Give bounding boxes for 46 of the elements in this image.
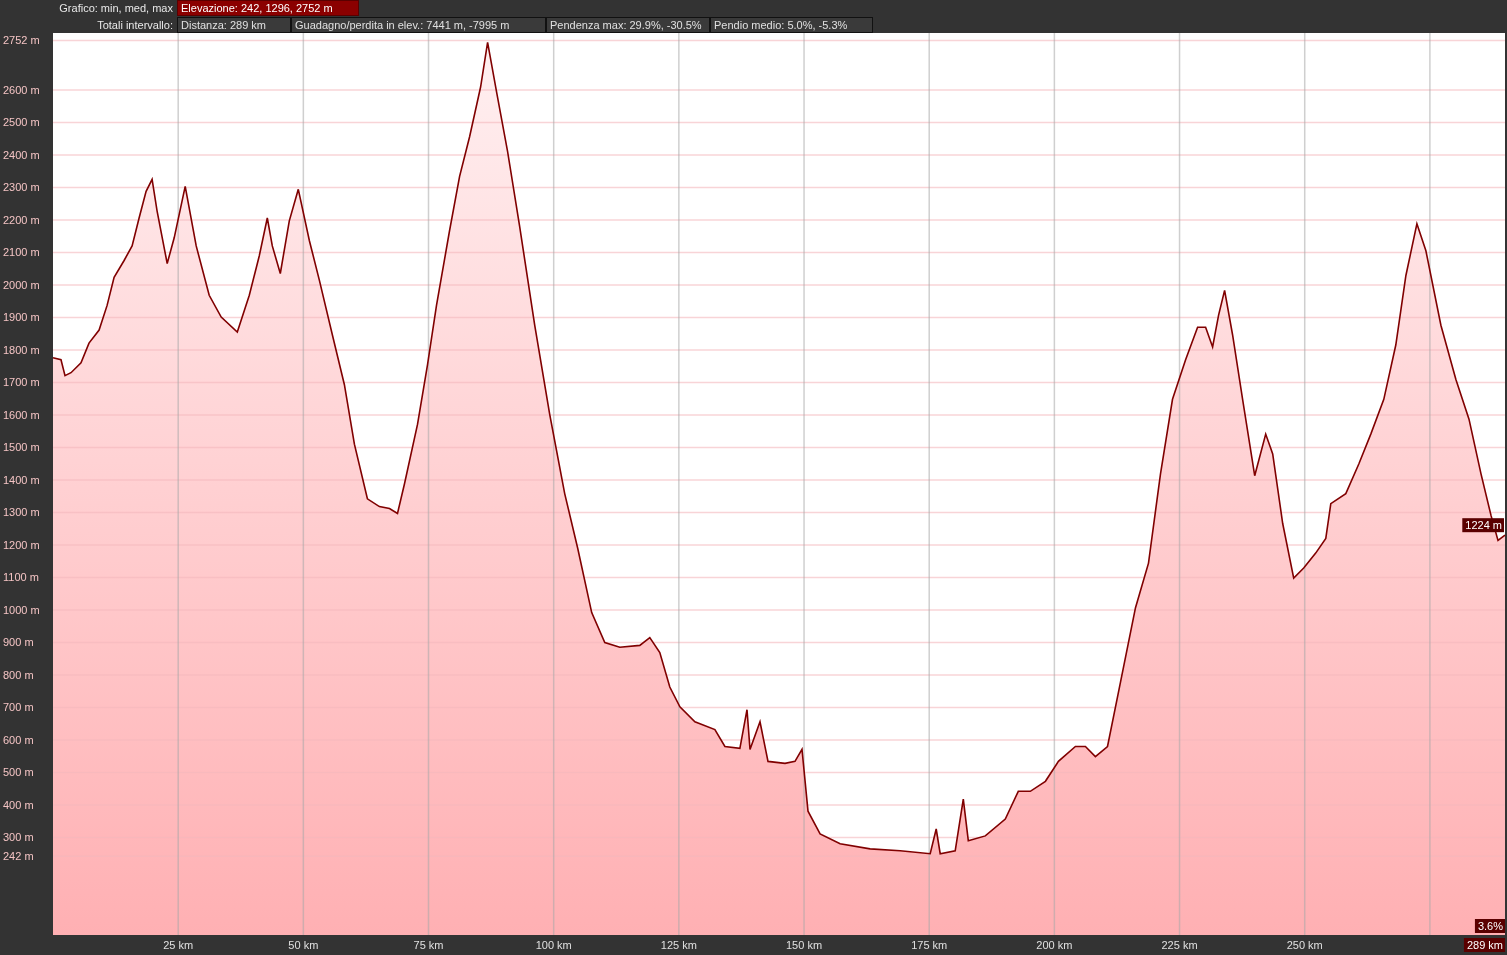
axis-label: 500 m xyxy=(3,766,34,779)
axis-label: 1100 m xyxy=(3,571,39,584)
axis-label: 2752 m xyxy=(3,34,40,47)
axis-label: 242 m xyxy=(3,850,34,863)
axis-label: 1300 m xyxy=(3,506,40,519)
axis-label: 225 km xyxy=(1161,939,1198,951)
axis-label: 1700 m xyxy=(3,376,40,389)
axis-label: 75 km xyxy=(413,939,444,951)
axis-label: 800 m xyxy=(3,668,34,681)
axis-label: 250 km xyxy=(1286,939,1323,951)
axis-label: 700 m xyxy=(3,701,34,714)
stat-badge: Elevazione: 242, 1296, 2752 m xyxy=(177,0,359,16)
axis-label: 1600 m xyxy=(3,408,40,421)
axis-label: 1900 m xyxy=(3,311,40,324)
value-tag: 1224 m xyxy=(1462,518,1504,533)
axis-label: 2600 m xyxy=(3,83,40,96)
axis-label: 2000 m xyxy=(3,278,40,291)
axis-label: 2300 m xyxy=(3,181,40,194)
axis-label: 1000 m xyxy=(3,603,40,616)
stat-label: Totali intervallo: xyxy=(96,18,174,33)
stat-badge: Pendio medio: 5.0%, -5.3% xyxy=(710,17,873,33)
axis-label: 900 m xyxy=(3,636,34,649)
stat-label: Grafico: min, med, max xyxy=(58,1,174,16)
distance-tag: 289 km xyxy=(1463,938,1505,952)
axis-label: 1400 m xyxy=(3,473,40,486)
axis-label: 125 km xyxy=(660,939,697,951)
stat-badge: Distanza: 289 km xyxy=(177,17,291,33)
axis-label: 100 km xyxy=(535,939,572,951)
stat-badge: Pendenza max: 29.9%, -30.5% xyxy=(546,17,710,33)
axis-label: 300 m xyxy=(3,831,34,844)
axis-label: 25 km xyxy=(163,939,194,951)
axis-label: 600 m xyxy=(3,733,34,746)
axis-label: 2100 m xyxy=(3,246,40,259)
axis-label: 1800 m xyxy=(3,343,40,356)
axis-label: 200 km xyxy=(1036,939,1073,951)
axis-label: 1200 m xyxy=(3,538,40,551)
grade-tag: 3.6% xyxy=(1474,919,1505,933)
axis-label: 150 km xyxy=(786,939,823,951)
axis-label: 175 km xyxy=(911,939,948,951)
stat-badge: Guadagno/perdita in elev.: 7441 m, -7995 m xyxy=(291,17,546,33)
axis-label: 2200 m xyxy=(3,213,40,226)
axis-label: 2500 m xyxy=(3,116,40,129)
axis-label: 2400 m xyxy=(3,148,40,161)
axis-label: 1500 m xyxy=(3,441,40,454)
axis-label: 400 m xyxy=(3,799,34,811)
axis-label: 50 km xyxy=(288,939,319,951)
